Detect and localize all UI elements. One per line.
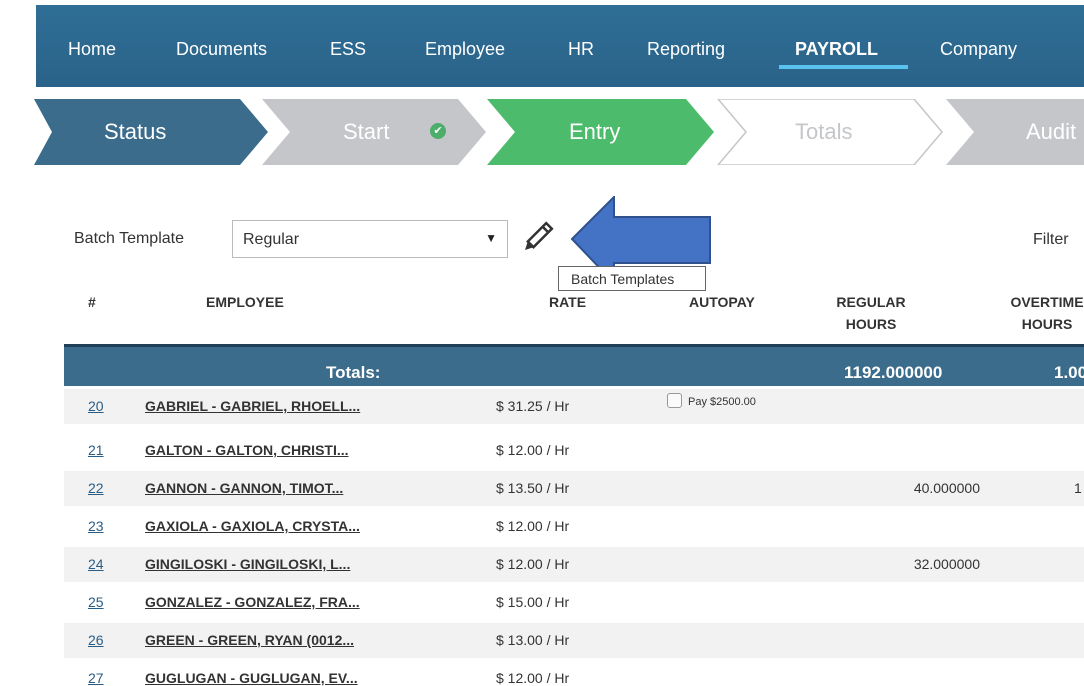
employee-link[interactable]: GREEN - GREEN, RYAN (0012... [145,632,354,648]
nav-item-reporting[interactable]: Reporting [647,39,725,60]
batch-template-value: Regular [243,231,300,248]
batch-template-label: Batch Template [74,230,184,247]
rate-cell: $ 13.50 / Hr [496,480,570,496]
employee-link[interactable]: GONZALEZ - GONZALEZ, FRA... [145,594,360,610]
employee-link[interactable]: GINGILOSKI - GINGILOSKI, L... [145,556,350,572]
regular-hours-cell[interactable]: 40.000000 [844,480,980,496]
nav-item-ess[interactable]: ESS [330,39,366,60]
step-start[interactable]: Start [343,119,389,145]
autopay-cell[interactable]: Pay $2500.00 [667,393,756,408]
overtime-header-line2: HOURS [1021,316,1073,332]
employee-link[interactable]: GALTON - GALTON, CHRISTI... [145,442,349,458]
autopay-label: Pay $2500.00 [688,396,756,408]
regular-hours-cell[interactable]: 32.000000 [844,556,980,572]
nav-item-company[interactable]: Company [940,39,1017,60]
row-number-link[interactable]: 24 [88,556,104,572]
nav-item-employee[interactable]: Employee [425,39,505,60]
rate-cell: $ 31.25 / Hr [496,398,570,414]
table-row: 22 GANNON - GANNON, TIMOT... $ 13.50 / H… [64,471,1084,506]
active-nav-underline [779,65,908,69]
overtime-hours-cell[interactable]: 1 [1074,480,1082,496]
filter-label[interactable]: Filter [1033,231,1069,249]
overtime-header-line1: OVERTIME [1010,294,1084,310]
pencil-icon[interactable] [520,219,554,257]
table-row: 23 GAXIOLA - GAXIOLA, CRYSTA... $ 12.00 … [64,509,1084,544]
row-number-link[interactable]: 23 [88,518,104,534]
table-row: 20 GABRIEL - GABRIEL, RHOELL... $ 31.25 … [64,389,1084,424]
row-number-link[interactable]: 21 [88,442,104,458]
row-number-link[interactable]: 25 [88,594,104,610]
autopay-checkbox[interactable] [667,393,682,408]
regular-header-line1: REGULAR [836,294,906,310]
totals-regular-hours: 1192.000000 [844,363,943,382]
table-row: 24 GINGILOSKI - GINGILOSKI, L... $ 12.00… [64,547,1084,582]
batch-templates-tooltip: Batch Templates [558,266,706,291]
batch-template-select[interactable]: Regular ▼ [232,220,508,258]
check-circle-icon: ✔ [430,123,446,139]
step-entry[interactable]: Entry [569,119,620,145]
table-row: 25 GONZALEZ - GONZALEZ, FRA... $ 15.00 /… [64,585,1084,620]
row-number-link[interactable]: 27 [88,670,104,686]
column-header-regular-hours[interactable]: REGULAR HOURS [826,291,916,335]
column-header-employee[interactable]: EMPLOYEE [206,291,284,313]
dropdown-caret-icon: ▼ [485,231,497,245]
column-header-autopay[interactable]: AUTOPAY [689,291,755,313]
step-totals[interactable]: Totals [795,119,852,145]
employee-link[interactable]: GAXIOLA - GAXIOLA, CRYSTA... [145,518,360,534]
column-header-rate[interactable]: RATE [549,291,586,313]
rate-cell: $ 12.00 / Hr [496,518,570,534]
rate-cell: $ 13.00 / Hr [496,632,570,648]
table-row: 26 GREEN - GREEN, RYAN (0012... $ 13.00 … [64,623,1084,658]
table-row: 21 GALTON - GALTON, CHRISTI... $ 12.00 /… [64,433,1084,468]
column-header-num[interactable]: # [88,291,96,313]
step-audit[interactable]: Audit [1026,119,1076,145]
row-number-link[interactable]: 22 [88,480,104,496]
totals-overtime-hours: 1.00 [1054,363,1084,382]
row-number-link[interactable]: 20 [88,398,104,414]
totals-label: Totals: [326,363,381,382]
rate-cell: $ 12.00 / Hr [496,556,570,572]
rate-cell: $ 15.00 / Hr [496,594,570,610]
nav-item-home[interactable]: Home [68,39,116,60]
step-status[interactable]: Status [104,119,166,145]
wizard-steps: Status Start ✔ Entry Totals Audit [0,99,1084,165]
top-nav-bar: Home Documents ESS Employee HR Reporting… [36,5,1084,87]
nav-item-documents[interactable]: Documents [176,39,267,60]
nav-item-payroll[interactable]: PAYROLL [795,39,878,60]
employee-link[interactable]: GANNON - GANNON, TIMOT... [145,480,343,496]
employee-link[interactable]: GABRIEL - GABRIEL, RHOELL... [145,398,360,414]
rate-cell: $ 12.00 / Hr [496,670,570,686]
regular-header-line2: HOURS [845,316,897,332]
nav-item-hr[interactable]: HR [568,39,594,60]
employee-link[interactable]: GUGLUGAN - GUGLUGAN, EV... [145,670,358,686]
column-header-overtime-hours[interactable]: OVERTIME HOURS [1002,291,1084,335]
rate-cell: $ 12.00 / Hr [496,442,570,458]
table-row: 27 GUGLUGAN - GUGLUGAN, EV... $ 12.00 / … [64,661,1084,686]
row-number-link[interactable]: 26 [88,632,104,648]
